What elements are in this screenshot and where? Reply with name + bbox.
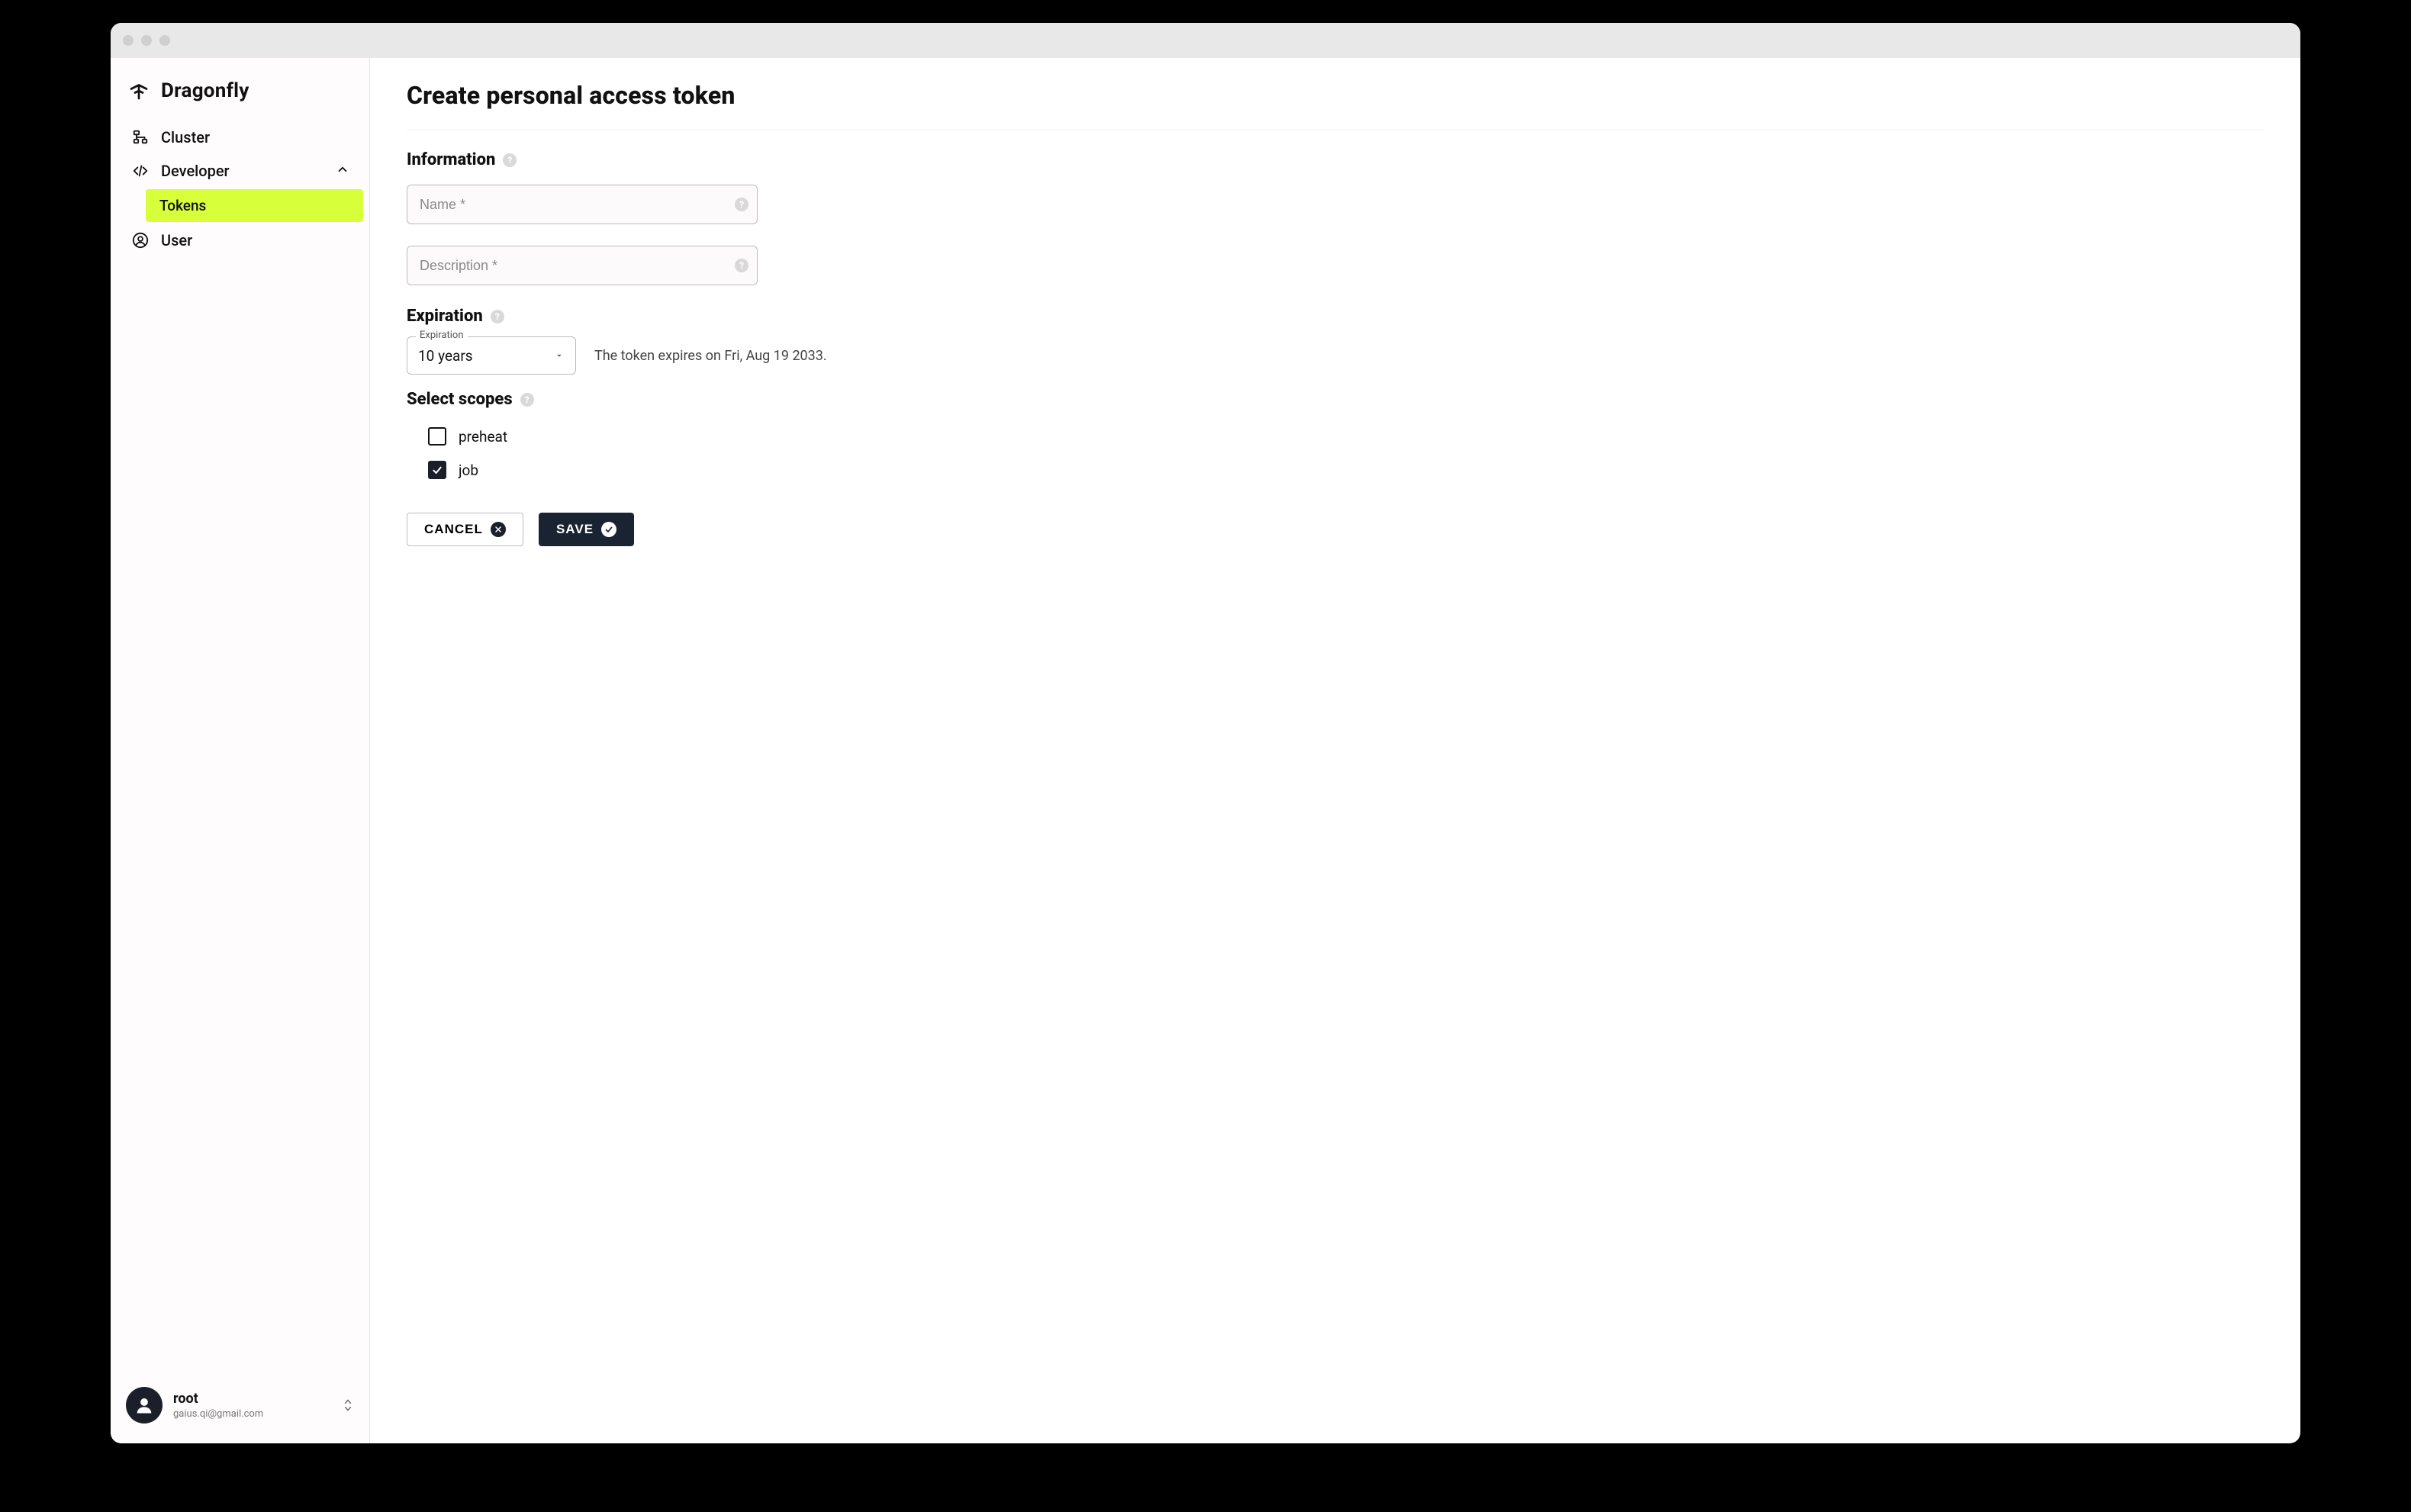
description-input[interactable] <box>407 246 758 285</box>
description-field: ? <box>407 246 758 285</box>
sidebar-item-cluster[interactable]: Cluster <box>117 121 363 154</box>
sidebar-item-label: User <box>161 231 349 249</box>
traffic-light-minimize[interactable] <box>141 35 152 46</box>
help-icon[interactable]: ? <box>735 198 748 211</box>
chevron-up-down-icon <box>342 1397 354 1414</box>
help-icon[interactable]: ? <box>503 153 517 167</box>
help-icon[interactable]: ? <box>491 310 504 323</box>
name-input[interactable] <box>407 185 758 224</box>
form-actions: CANCEL SAVE <box>407 513 2264 546</box>
cluster-icon <box>130 129 150 146</box>
traffic-light-zoom[interactable] <box>159 35 170 46</box>
close-circle-icon <box>491 522 506 537</box>
section-information: Information ? <box>407 150 2264 169</box>
sidebar-item-user[interactable]: User <box>117 224 363 257</box>
expiration-select-value: 10 years <box>418 347 473 365</box>
sidebar-item-label: Cluster <box>161 128 349 146</box>
cancel-button-label: CANCEL <box>424 522 483 537</box>
page-title: Create personal access token <box>407 81 2264 130</box>
section-expiration-label: Expiration <box>407 307 483 326</box>
section-expiration: Expiration ? <box>407 307 2264 326</box>
cancel-button[interactable]: CANCEL <box>407 513 523 546</box>
expiration-hint: The token expires on Fri, Aug 19 2033. <box>594 348 827 364</box>
chevron-up-icon <box>336 162 349 180</box>
name-field: ? <box>407 185 758 224</box>
save-button-label: SAVE <box>556 522 594 537</box>
main-content: Create personal access token Information… <box>370 58 2300 1443</box>
scope-preheat: preheat <box>428 420 2264 453</box>
scope-preheat-checkbox[interactable] <box>428 427 446 446</box>
dragonfly-logo-icon <box>127 79 150 102</box>
current-user-name: root <box>173 1391 331 1407</box>
sidebar-item-label: Developer <box>161 162 325 180</box>
check-circle-icon <box>601 522 616 537</box>
section-scopes: Select scopes ? <box>407 390 2264 409</box>
sidebar-item-developer[interactable]: Developer <box>117 154 363 188</box>
user-icon <box>130 232 150 249</box>
nav: Cluster Developer <box>111 121 369 257</box>
expiration-select[interactable]: 10 years <box>407 336 576 375</box>
sidebar-item-tokens[interactable]: Tokens <box>146 189 363 222</box>
scope-preheat-label: preheat <box>459 428 507 446</box>
current-user-card[interactable]: root gaius.qi@gmail.com <box>111 1378 369 1428</box>
code-icon <box>130 162 150 179</box>
avatar <box>126 1387 163 1424</box>
section-scopes-label: Select scopes <box>407 390 513 409</box>
scope-job-checkbox[interactable] <box>428 461 446 479</box>
brand: Dragonfly <box>111 73 369 121</box>
scope-job: job <box>428 453 2264 487</box>
app-window: Dragonfly Cluster <box>111 23 2300 1443</box>
sidebar: Dragonfly Cluster <box>111 58 370 1443</box>
section-information-label: Information <box>407 150 495 169</box>
scope-job-label: job <box>459 462 478 479</box>
expiration-select-wrap: Expiration 10 years <box>407 336 576 375</box>
traffic-light-close[interactable] <box>123 35 134 46</box>
help-icon[interactable]: ? <box>735 259 748 272</box>
help-icon[interactable]: ? <box>520 393 534 407</box>
caret-down-icon <box>554 347 565 365</box>
expiration-select-legend: Expiration <box>416 330 468 341</box>
current-user-email: gaius.qi@gmail.com <box>173 1408 331 1420</box>
sidebar-item-label: Tokens <box>159 197 349 214</box>
window-titlebar <box>111 23 2300 58</box>
save-button[interactable]: SAVE <box>539 513 634 546</box>
brand-name: Dragonfly <box>161 79 249 102</box>
